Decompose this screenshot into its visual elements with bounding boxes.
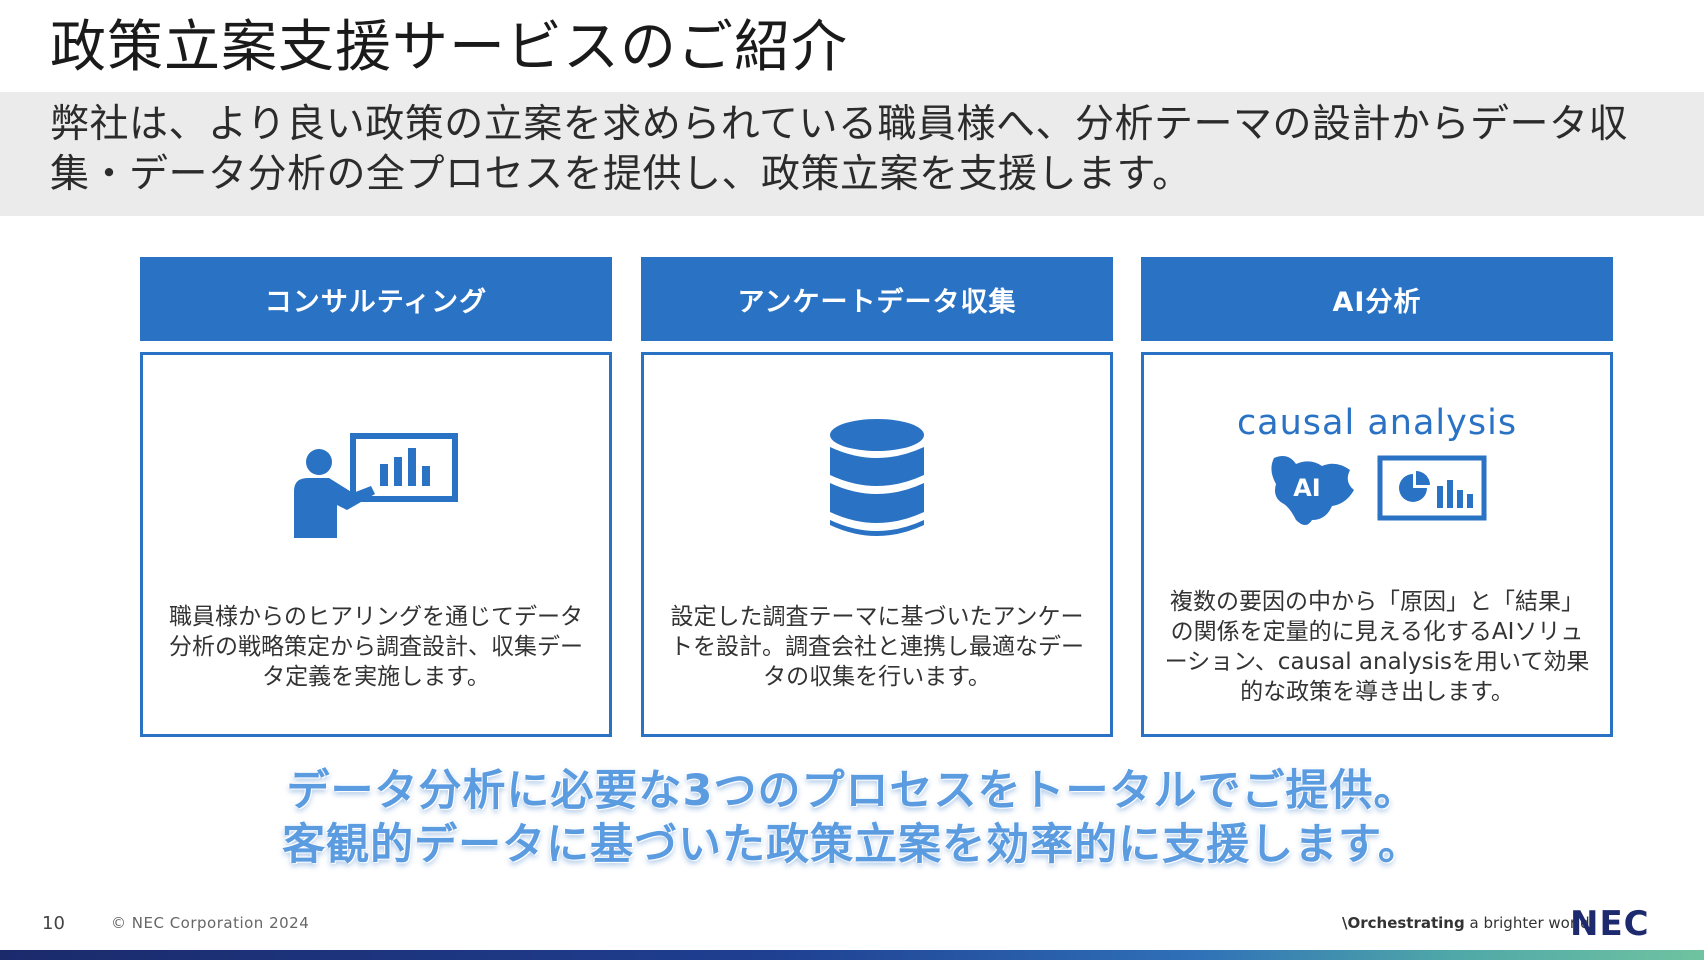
tagline: \Orchestrating a brighter world (1342, 914, 1590, 932)
summary-text: データ分析に必要な3つのプロセスをトータルでご提供。 客観的データに基づいた政策… (0, 764, 1704, 872)
column-description: 複数の要因の中から「原因」と「結果」の関係を定量的に見える化するAIソリューショ… (1164, 589, 1590, 705)
summary-line-2: 客観的データに基づいた政策立案を効率的に支援します。 (282, 820, 1422, 870)
column-heading: AI分析 (1141, 257, 1613, 341)
column-consulting: コンサルティング 職員様からのヒアリングを通じてデータ分析の戦略策定から調査設計… (140, 257, 612, 737)
page-number: 10 (42, 913, 65, 934)
column-heading: コンサルティング (140, 257, 612, 341)
nec-logo: NEC (1570, 904, 1650, 944)
ai-badge-text: AI (1293, 474, 1321, 502)
column-card: 設定した調査テーマに基づいたアンケートを設計。調査会社と連携し最適なデータの収集… (641, 352, 1113, 737)
copyright: © NEC Corporation 2024 (111, 914, 310, 932)
lead-text: 弊社は、より良い政策の立案を求められている職員様へ、分析テーマの設計からデータ収… (50, 102, 1629, 197)
summary-line-1: データ分析に必要な3つのプロセスをトータルでご提供。 (286, 766, 1418, 816)
causal-analysis-label: causal analysis (1236, 403, 1518, 443)
lead-band: 弊社は、より良い政策の立案を求められている職員様へ、分析テーマの設計からデータ収… (0, 92, 1704, 216)
column-card: causal analysis AI 複数の要因の中から「原因」と「結果」の関係… (1141, 352, 1613, 737)
bottom-gradient-bar (0, 950, 1704, 960)
database-icon (644, 417, 1110, 543)
column-survey: アンケートデータ収集 設定した調査テーマに基づいたアンケートを設計。調査会社と連… (641, 257, 1113, 737)
ai-analysis-icon: AI (1144, 450, 1610, 530)
page-title: 政策立案支援サービスのご紹介 (50, 15, 848, 80)
column-description: 職員様からのヒアリングを通じてデータ分析の戦略策定から調査設計、収集データ定義を… (169, 604, 583, 690)
column-ai-analysis: AI分析 causal analysis AI 複数の要因の中から「原因」と「結… (1141, 257, 1613, 737)
column-heading: アンケートデータ収集 (641, 257, 1113, 341)
column-description: 設定した調査テーマに基づいたアンケートを設計。調査会社と連携し最適なデータの収集… (670, 604, 1084, 690)
tagline-bold: \Orchestrating (1342, 914, 1465, 932)
presenter-chart-icon (143, 433, 609, 543)
column-card: 職員様からのヒアリングを通じてデータ分析の戦略策定から調査設計、収集データ定義を… (140, 352, 612, 737)
